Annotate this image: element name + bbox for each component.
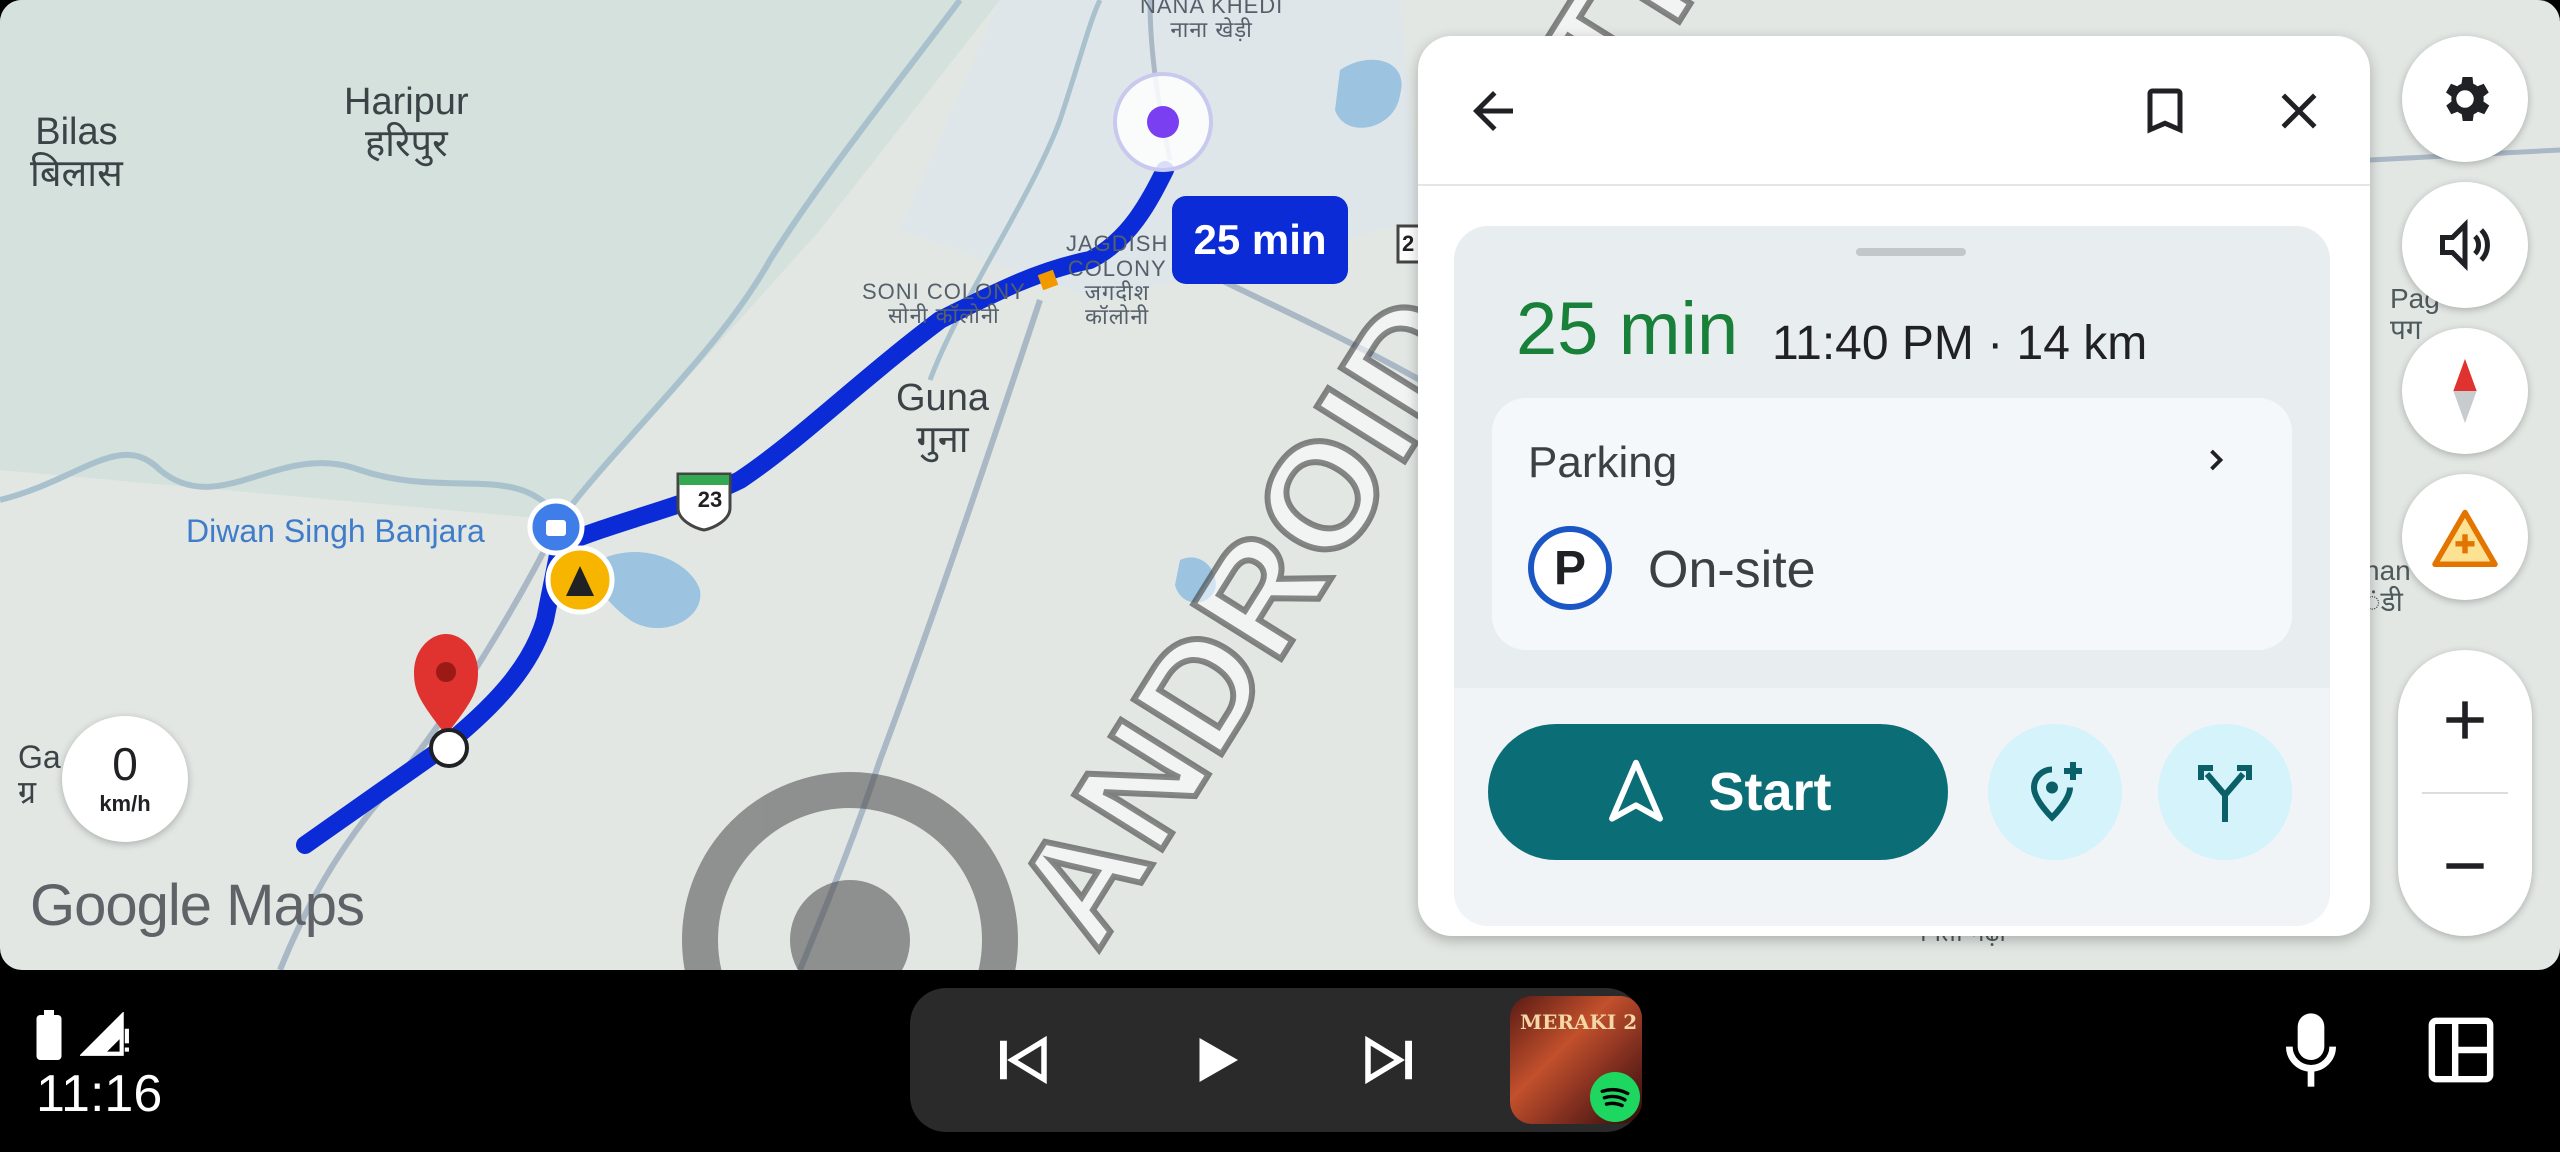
speed-unit: km/h	[99, 791, 151, 816]
play-icon	[1199, 1038, 1238, 1082]
place-label-nana-khedi: NANA KHEDI नाना खेड़ी	[1140, 0, 1284, 43]
route-summary-card: 25 min 11:40 PM · 14 km Parking P On-sit…	[1454, 226, 2330, 926]
report-incident-button[interactable]	[2402, 474, 2528, 600]
place-label-haripur: Haripur हरिपुर	[344, 81, 469, 165]
action-bar: Start	[1454, 688, 2330, 926]
highway-shield-23: 23	[697, 487, 723, 512]
google-maps-logo: Google Maps	[30, 873, 365, 938]
place-label-han: hanंडी	[2364, 555, 2411, 617]
poi-label-diwan-singh-banjara[interactable]: Diwan Singh Banjara	[186, 513, 485, 549]
add-location-icon	[2030, 762, 2082, 822]
speedometer: 0 km/h	[62, 716, 188, 842]
sound-button[interactable]	[2402, 182, 2528, 308]
start-label: Start	[1708, 762, 1832, 822]
route-options-button[interactable]	[2158, 724, 2292, 860]
bookmark-icon	[2147, 88, 2183, 134]
start-navigation-button[interactable]: Start	[1488, 724, 1948, 860]
dashboard-button[interactable]	[2416, 1000, 2506, 1100]
battery-icon	[36, 1010, 62, 1060]
route-preview-panel: 25 min 11:40 PM · 14 km Parking P On-sit…	[1418, 36, 2370, 936]
add-stop-button[interactable]	[1988, 724, 2122, 860]
eta-duration: 25 min	[1516, 287, 1739, 370]
drag-handle[interactable]	[1856, 248, 1966, 256]
gear-icon	[2446, 77, 2490, 121]
skip-previous-icon	[1000, 1035, 1047, 1085]
minus-icon	[2446, 863, 2484, 869]
media-controls: MERAKI 2	[910, 988, 1642, 1132]
next-track-button[interactable]	[1338, 1008, 1442, 1112]
place-label-bilas: Bilas बिलास	[30, 111, 123, 195]
close-button[interactable]	[2264, 76, 2334, 146]
zoom-in-button[interactable]	[2398, 650, 2532, 790]
parking-icon: P	[1528, 526, 1612, 610]
parking-value: On-site	[1648, 541, 1816, 599]
compass-button[interactable]	[2402, 328, 2528, 454]
back-button[interactable]	[1458, 76, 1528, 146]
plus-icon	[2446, 701, 2484, 739]
album-art[interactable]: MERAKI 2	[1510, 996, 1642, 1124]
settings-button[interactable]	[2402, 36, 2528, 162]
place-label-jagdish-colony: JAGDISH COLONY जगदीश कॉलोनी	[1066, 231, 1169, 329]
skip-next-icon	[1365, 1035, 1412, 1085]
play-button[interactable]	[1164, 1008, 1268, 1112]
save-button[interactable]	[2130, 76, 2200, 146]
chevron-right-icon	[2210, 449, 2224, 471]
place-label-ga: Ga ग्र	[18, 739, 61, 811]
signal-icon	[80, 1012, 129, 1056]
zoom-out-button[interactable]	[2398, 796, 2532, 936]
zoom-divider	[2422, 792, 2508, 794]
spotify-icon	[1590, 1072, 1640, 1122]
status-clock: 11:16	[36, 1065, 163, 1123]
warning-plus-icon	[2432, 509, 2498, 567]
system-bar: MERAKI 2	[0, 970, 2560, 1152]
voice-assistant-button[interactable]	[2266, 1000, 2356, 1100]
microphone-icon	[2286, 1013, 2336, 1087]
parking-row[interactable]: Parking P On-site	[1492, 398, 2292, 650]
place-label-soni-colony: SONI COLONY सोनी कॉलोनी	[862, 279, 1026, 329]
fork-route-icon	[2198, 765, 2252, 822]
album-title: MERAKI 2	[1520, 1010, 1638, 1034]
close-icon	[2281, 93, 2317, 129]
zoom-control	[2398, 650, 2532, 936]
parking-label: Parking	[1528, 438, 1678, 487]
watermark-graphic	[682, 772, 1018, 970]
arrival-info: 11:40 PM · 14 km	[1772, 317, 2148, 370]
route-time-badge[interactable]: 25 min	[1172, 196, 1348, 284]
previous-track-button[interactable]	[970, 1008, 1074, 1112]
dashboard-layout-icon	[2428, 1017, 2494, 1083]
speed-value: 0	[112, 738, 138, 790]
arrow-back-icon	[1473, 91, 1513, 131]
place-label-guna: Guna गुना	[896, 377, 989, 461]
panel-toolbar	[1418, 36, 2370, 186]
volume-icon	[2440, 218, 2490, 272]
compass-icon	[2453, 358, 2477, 424]
navigation-arrow-icon	[1609, 759, 1664, 822]
